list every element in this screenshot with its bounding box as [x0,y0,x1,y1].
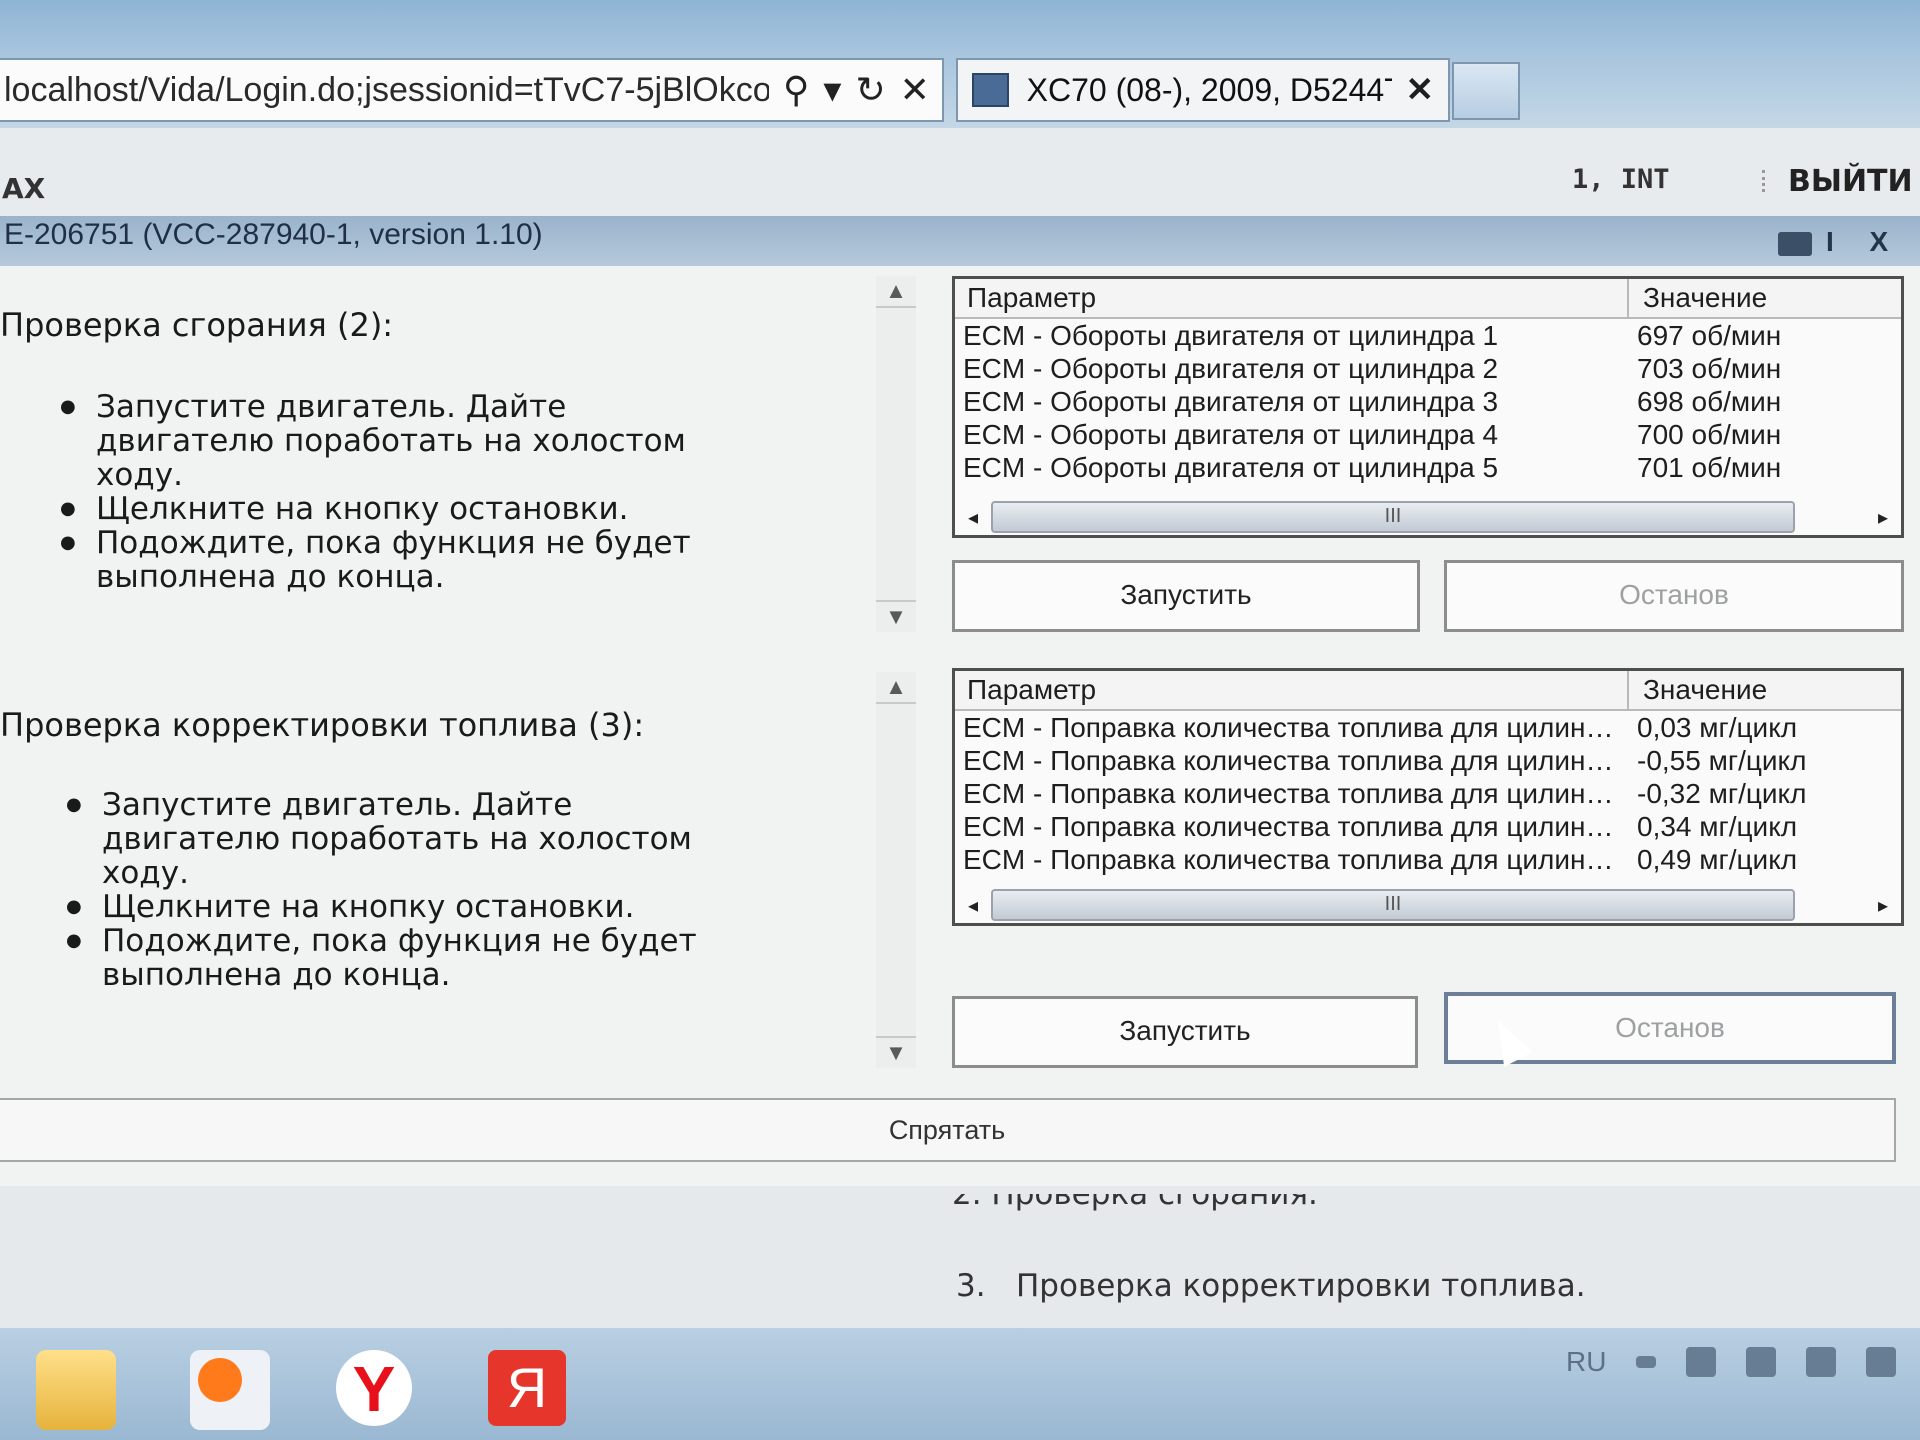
list-item: Запустите двигатель. Дайте двигателю пор… [66,788,730,890]
header-left-text: AX [2,172,46,205]
list-item: Подождите, пока функция не будет выполне… [60,526,724,594]
parameter-grid-fuel[interactable]: Параметр Значение ECM - Поправка количес… [952,668,1904,926]
scroll-down-icon[interactable]: ▼ [876,1036,916,1068]
list-item: Щелкните на кнопку остановки. [66,890,730,924]
table-row[interactable]: ECM - Обороты двигателя от цилиндра 4 700… [955,418,1901,451]
instructions-scrollbar[interactable]: ▲ ▼ [876,276,916,632]
print-icon[interactable] [1778,232,1812,256]
close-tab-icon[interactable]: ✕ [1406,70,1435,110]
cell-value: 701 об/мин [1637,452,1782,483]
header-separator [1762,170,1768,192]
header-session-info: 1, INT [1572,164,1670,195]
cell-parameter: ECM - Обороты двигателя от цилиндра 4 [963,419,1499,450]
table-row[interactable]: ECM - Поправка количества топлива для ци… [955,777,1901,810]
show-hidden-icons-icon[interactable] [1636,1356,1657,1368]
scroll-up-icon[interactable]: ▲ [876,672,916,704]
volume-icon[interactable] [1866,1347,1897,1377]
column-header-value[interactable]: Значение [1629,279,1767,317]
scrollbar-thumb[interactable]: III [991,889,1795,921]
cell-parameter: ECM - Обороты двигателя от цилиндра 2 [963,353,1499,384]
table-row[interactable]: ECM - Поправка количества топлива для ци… [955,810,1901,843]
column-header-parameter[interactable]: Параметр [955,671,1629,709]
cell-value: 703 об/мин [1637,353,1782,384]
table-row[interactable]: ECM - Поправка количества топлива для ци… [955,744,1901,777]
list-item: Проверка корректировки топлива. [1016,1268,1586,1304]
scroll-left-icon[interactable]: ◂ [955,505,991,530]
instructions-list: Запустите двигатель. Дайте двигателю пор… [10,788,730,992]
instructions-list: Запустите двигатель. Дайте двигателю пор… [4,390,724,594]
language-indicator[interactable]: RU [1566,1346,1606,1378]
start-button[interactable]: Запустить [952,560,1420,632]
yandex-browser-icon[interactable]: Y [336,1350,412,1426]
cell-parameter: ECM - Обороты двигателя от цилиндра 1 [963,320,1499,351]
horizontal-scrollbar[interactable]: ◂ III ▸ [955,887,1901,923]
stop-button[interactable]: Останов [1444,560,1904,632]
table-row[interactable]: ECM - Обороты двигателя от цилиндра 1 697… [955,319,1901,352]
section-title-combustion: Проверка сгорания (2): [0,306,394,344]
list-item: Щелкните на кнопку остановки. [60,492,724,526]
logout-link[interactable]: ВЫЙТИ И [1788,164,1920,199]
browser-tab[interactable]: XC70 (08-), 2009, D5244T4, ... ✕ [956,58,1450,122]
start-button[interactable]: Запустить [952,996,1418,1068]
address-input[interactable]: localhost/Vida/Login.do;jsessionid=tTvC7… [0,71,769,110]
tab-title: XC70 (08-), 2009, D5244T4, ... [1026,71,1392,108]
scroll-right-icon[interactable]: ▸ [1865,505,1901,530]
folder-icon[interactable] [36,1350,116,1430]
taskbar [0,1328,1920,1440]
parameter-grid-rpm[interactable]: Параметр Значение ECM - Обороты двигател… [952,276,1904,538]
horizontal-scrollbar[interactable]: ◂ III ▸ [955,499,1901,535]
column-header-parameter[interactable]: Параметр [955,279,1629,317]
tab-favicon-icon [972,73,1009,107]
chevron-down-icon[interactable]: ▾ [823,72,841,108]
cell-parameter: ECM - Поправка количества топлива для ци… [963,844,1623,875]
table-row[interactable]: ECM - Поправка количества топлива для ци… [955,843,1901,876]
table-row[interactable]: ECM - Обороты двигателя от цилиндра 2 703… [955,352,1901,385]
new-tab-button[interactable] [1452,62,1520,120]
grid-header: Параметр Значение [955,279,1901,319]
cell-value: 0,03 мг/цикл [1637,712,1798,743]
table-row[interactable]: ECM - Обороты двигателя от цилиндра 5 701… [955,451,1901,484]
list-item-number: 3. [956,1268,986,1304]
list-item: Запустите двигатель. Дайте двигателю пор… [60,390,724,492]
cell-value: -0,32 мг/цикл [1637,778,1807,809]
instructions-scrollbar[interactable]: ▲ ▼ [876,672,916,1068]
cell-value: 0,49 мг/цикл [1637,844,1798,875]
yandex-icon[interactable]: Я [488,1350,566,1426]
scroll-up-icon[interactable]: ▲ [876,276,916,308]
scroll-right-icon[interactable]: ▸ [1865,893,1901,918]
grid-header: Параметр Значение [955,671,1901,711]
column-header-value[interactable]: Значение [1629,671,1767,709]
address-bar[interactable]: localhost/Vida/Login.do;jsessionid=tTvC7… [0,58,944,122]
stop-icon[interactable]: ✕ [900,72,930,108]
flag-icon[interactable] [1686,1347,1717,1377]
power-icon[interactable] [1806,1347,1837,1377]
dialog-window-controls[interactable]: I X [1826,226,1902,258]
cell-parameter: ECM - Обороты двигателя от цилиндра 5 [963,452,1499,483]
hide-button[interactable]: Спрятать [0,1098,1896,1162]
section-title-fuel-trim: Проверка корректировки топлива (3): [0,706,645,744]
table-row[interactable]: ECM - Поправка количества топлива для ци… [955,711,1901,744]
scroll-down-icon[interactable]: ▼ [876,600,916,632]
dialog-title: E-206751 (VCC-287940-1, version 1.10) [4,218,543,251]
cell-parameter: ECM - Поправка количества топлива для ци… [963,712,1623,743]
refresh-icon[interactable]: ↻ [855,72,885,108]
cell-parameter: ECM - Поправка количества топлива для ци… [963,778,1623,809]
list-item: Подождите, пока функция не будет выполне… [66,924,730,992]
search-icon[interactable]: ⚲ [783,72,809,108]
cell-parameter: ECM - Обороты двигателя от цилиндра 3 [963,386,1499,417]
play-icon [198,1358,242,1402]
network-icon[interactable] [1746,1347,1777,1377]
cell-value: 697 об/мин [1637,320,1782,351]
cell-value: 698 об/мин [1637,386,1782,417]
table-row[interactable]: ECM - Обороты двигателя от цилиндра 3 698… [955,385,1901,418]
cell-parameter: ECM - Поправка количества топлива для ци… [963,745,1623,776]
cell-value: -0,55 мг/цикл [1637,745,1807,776]
system-tray: RU [1566,1346,1897,1378]
scrollbar-thumb[interactable]: III [991,501,1795,533]
cell-value: 700 об/мин [1637,419,1782,450]
cell-value: 0,34 мг/цикл [1637,811,1798,842]
scroll-left-icon[interactable]: ◂ [955,893,991,918]
cell-parameter: ECM - Поправка количества топлива для ци… [963,811,1623,842]
